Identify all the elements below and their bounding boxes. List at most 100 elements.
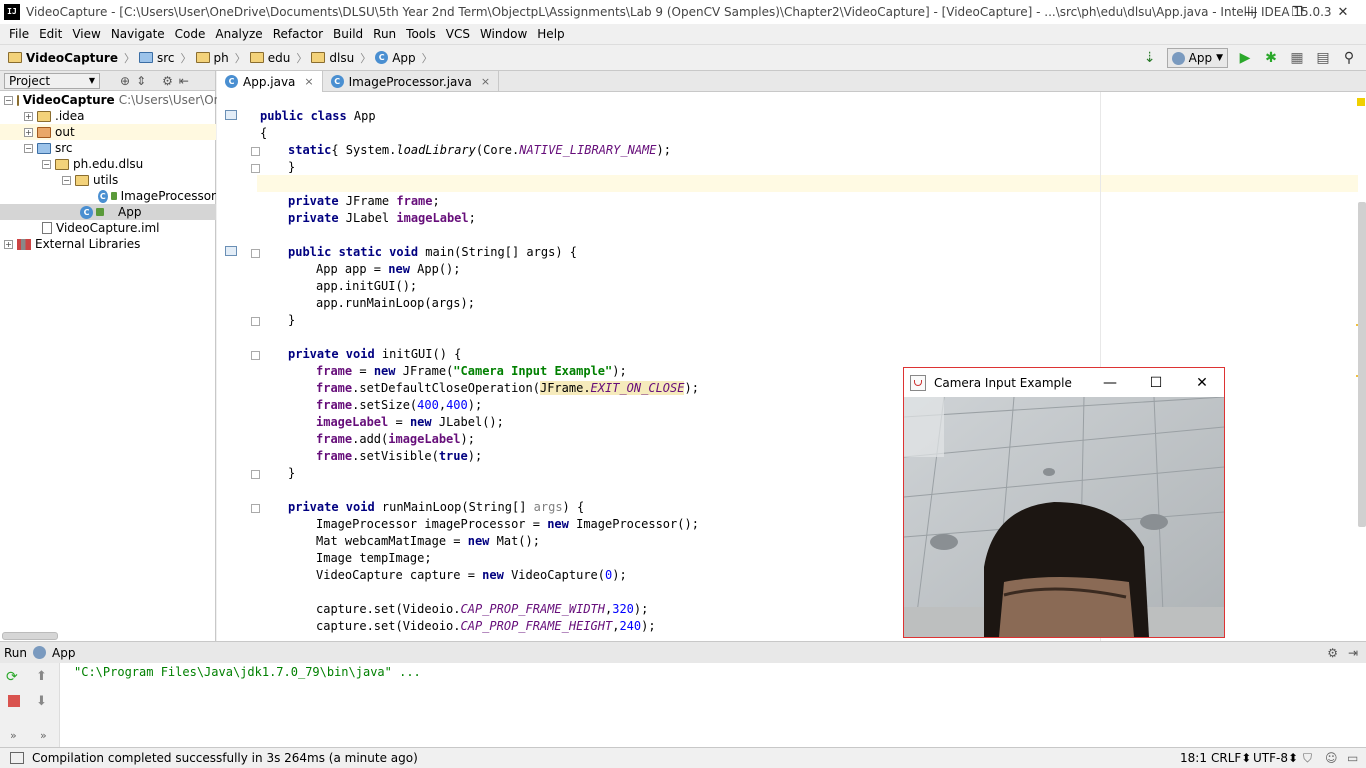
hide-panel-icon[interactable]: ⇤ bbox=[179, 74, 189, 88]
run-icon[interactable]: ▶ bbox=[1236, 49, 1254, 67]
file-encoding[interactable]: UTF-8⬍ bbox=[1253, 751, 1298, 765]
close-button[interactable]: ✕ bbox=[1179, 368, 1225, 397]
rerun-icon[interactable]: ⟳ bbox=[6, 669, 18, 685]
camera-window[interactable]: Camera Input Example — ☐ ✕ bbox=[903, 367, 1225, 638]
breadcrumb-label: edu bbox=[267, 50, 291, 65]
tree-item-external-libraries[interactable]: + External Libraries bbox=[0, 236, 216, 252]
fold-icon[interactable] bbox=[251, 504, 260, 513]
debug-icon[interactable]: ✱ bbox=[1262, 49, 1280, 67]
collapse-toggle-icon[interactable]: − bbox=[62, 175, 71, 185]
search-icon[interactable]: ⚲ bbox=[1340, 49, 1358, 67]
dropdown-arrow-icon: ▼ bbox=[1216, 53, 1223, 63]
breadcrumb-ph[interactable]: ph 〉 bbox=[195, 50, 246, 66]
close-tab-icon[interactable]: × bbox=[481, 75, 490, 88]
expand-more-icon[interactable]: » bbox=[10, 729, 17, 742]
implements-marker-icon[interactable] bbox=[225, 110, 237, 120]
inspector-icon[interactable]: ☺ bbox=[1325, 751, 1338, 765]
run-marker-icon[interactable] bbox=[225, 246, 237, 256]
hide-panel-icon[interactable]: ⇥ bbox=[1348, 646, 1358, 660]
coverage-icon[interactable]: ▦ bbox=[1288, 49, 1306, 67]
line-separator[interactable]: CRLF⬍ bbox=[1211, 751, 1251, 765]
menu-tools[interactable]: Tools bbox=[401, 27, 441, 41]
fold-icon[interactable] bbox=[251, 147, 260, 156]
expand-toggle-icon[interactable]: + bbox=[24, 127, 33, 137]
tree-item-utils[interactable]: − utils bbox=[0, 172, 216, 188]
tree-item-imageprocessor[interactable]: C ImageProcessor bbox=[0, 188, 216, 204]
minimize-button[interactable]: — bbox=[1087, 368, 1133, 397]
tab-imageprocessor-java[interactable]: C ImageProcessor.java × bbox=[323, 71, 500, 92]
menu-file[interactable]: File bbox=[4, 27, 34, 41]
menu-window[interactable]: Window bbox=[475, 27, 532, 41]
caret-position[interactable]: 18:1 bbox=[1180, 751, 1207, 765]
fold-icon[interactable] bbox=[251, 164, 260, 173]
project-panel: Project ▼ ⊕ ⇕ ⚙ ⇤ − VideoCapture C:\Users\U… bbox=[0, 71, 232, 641]
java-icon bbox=[910, 374, 926, 391]
collapse-toggle-icon[interactable]: − bbox=[4, 95, 13, 105]
menu-run[interactable]: Run bbox=[368, 27, 401, 41]
fold-icon[interactable] bbox=[251, 470, 260, 479]
gear-icon[interactable]: ⚙ bbox=[162, 74, 173, 88]
fold-icon[interactable] bbox=[251, 351, 260, 360]
close-tab-icon[interactable]: × bbox=[304, 75, 313, 88]
project-structure-icon[interactable]: ▤ bbox=[1314, 49, 1332, 67]
fold-icon[interactable] bbox=[251, 249, 260, 258]
package-icon bbox=[311, 52, 326, 63]
close-button[interactable]: ✕ bbox=[1320, 0, 1366, 24]
menu-analyze[interactable]: Analyze bbox=[210, 27, 267, 41]
tab-app-java[interactable]: C App.java × bbox=[217, 71, 323, 92]
lock-icon[interactable]: ⛉ bbox=[1303, 751, 1312, 766]
breadcrumb-project[interactable]: VideoCapture 〉 bbox=[8, 50, 135, 66]
code-line-21: frame.setVisible(true); bbox=[316, 449, 483, 463]
tree-item-out[interactable]: + out bbox=[0, 124, 216, 140]
tree-item-ph-edu-dlsu[interactable]: − ph.edu.dlsu bbox=[0, 156, 216, 172]
package-icon bbox=[75, 174, 89, 186]
menu-vcs[interactable]: VCS bbox=[441, 27, 475, 41]
stop-icon[interactable] bbox=[8, 695, 20, 707]
fold-icon[interactable] bbox=[251, 317, 260, 326]
menu-build[interactable]: Build bbox=[328, 27, 368, 41]
warning-marker-icon[interactable] bbox=[1357, 98, 1365, 106]
expand-toggle-icon[interactable]: + bbox=[4, 239, 13, 249]
tree-item-idea[interactable]: + .idea bbox=[0, 108, 216, 124]
tree-item-src[interactable]: − src bbox=[0, 140, 216, 156]
breadcrumb-dlsu[interactable]: dlsu 〉 bbox=[311, 50, 371, 66]
minimize-button[interactable]: — bbox=[1228, 0, 1274, 24]
collapse-toggle-icon[interactable]: − bbox=[24, 143, 33, 153]
tree-item-videocapture[interactable]: − VideoCapture C:\Users\User\OneI bbox=[0, 92, 232, 108]
collapse-icon[interactable]: ⇕ bbox=[136, 74, 146, 88]
breadcrumb-label: ph bbox=[213, 50, 229, 65]
menu-code[interactable]: Code bbox=[170, 27, 211, 41]
maximize-button[interactable]: ☐ bbox=[1133, 368, 1179, 397]
arrow-down-icon[interactable]: ⬇ bbox=[36, 694, 47, 709]
tree-item-app[interactable]: C App bbox=[0, 204, 216, 220]
class-icon: C bbox=[330, 75, 344, 88]
tree-item-videocapture-iml[interactable]: VideoCapture.iml bbox=[0, 220, 216, 236]
locate-icon[interactable]: ⊕ bbox=[120, 74, 130, 88]
collapse-toggle-icon[interactable]: − bbox=[42, 159, 51, 169]
expand-more-icon[interactable]: » bbox=[40, 729, 47, 742]
vertical-scrollbar[interactable] bbox=[1358, 202, 1366, 527]
build-icon[interactable]: ⇣ bbox=[1141, 49, 1159, 67]
menu-edit[interactable]: Edit bbox=[34, 27, 67, 41]
event-log-icon[interactable]: ▭ bbox=[1347, 751, 1358, 765]
run-config-select[interactable]: App ▼ bbox=[1166, 48, 1228, 68]
breadcrumb-app[interactable]: C App 〉 bbox=[375, 50, 433, 66]
console-output[interactable]: "C:\Program Files\Java\jdk1.7.0_79\bin\j… bbox=[74, 665, 421, 679]
breadcrumb-src[interactable]: src 〉 bbox=[139, 50, 192, 66]
horizontal-scrollbar[interactable] bbox=[2, 632, 58, 640]
access-icon bbox=[110, 192, 117, 200]
breadcrumb-edu[interactable]: edu 〉 bbox=[249, 50, 307, 66]
expand-toggle-icon[interactable]: + bbox=[24, 111, 33, 121]
restore-button[interactable]: ❐ bbox=[1274, 0, 1320, 24]
menu-view[interactable]: View bbox=[67, 27, 105, 41]
tool-windows-icon[interactable] bbox=[10, 752, 24, 764]
menu-help[interactable]: Help bbox=[532, 27, 569, 41]
menu-navigate[interactable]: Navigate bbox=[106, 27, 170, 41]
gear-icon[interactable]: ⚙ bbox=[1327, 646, 1338, 660]
project-view-select[interactable]: Project ▼ bbox=[4, 72, 100, 89]
run-config-tab[interactable]: App bbox=[52, 646, 75, 660]
menu-refactor[interactable]: Refactor bbox=[268, 27, 328, 41]
run-panel-label: Run bbox=[4, 645, 28, 660]
arrow-up-icon[interactable]: ⬆ bbox=[36, 669, 47, 684]
code-line-19: imageLabel = new JLabel(); bbox=[316, 415, 504, 429]
